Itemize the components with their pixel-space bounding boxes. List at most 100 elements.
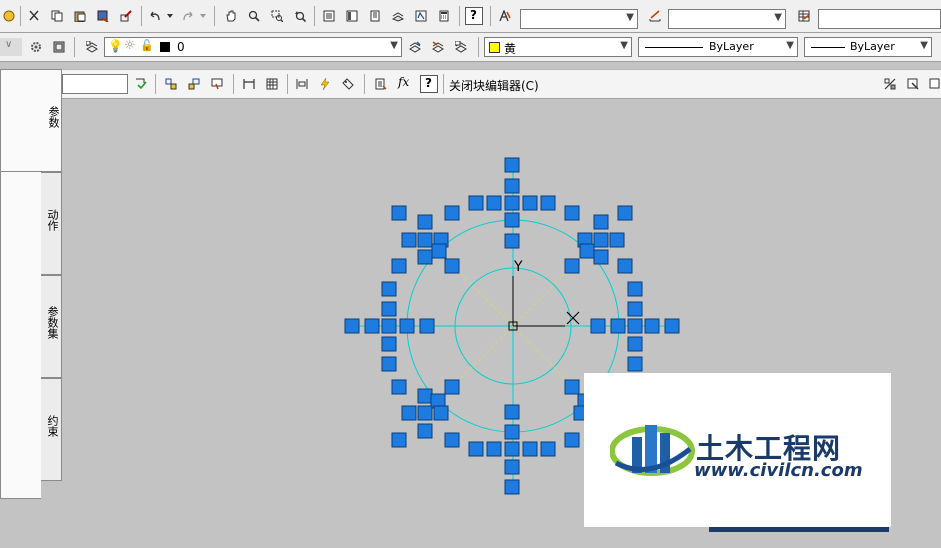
edit-block-icon[interactable] xyxy=(132,75,150,93)
attribute-definition-icon[interactable] xyxy=(293,75,311,93)
redo-icon[interactable] xyxy=(179,7,197,25)
layer-manager-icon[interactable] xyxy=(83,38,101,56)
calculator-icon[interactable] xyxy=(435,7,453,25)
grip-handle[interactable] xyxy=(486,195,502,211)
grip-handle[interactable] xyxy=(381,356,397,372)
grip-handle[interactable] xyxy=(444,379,460,395)
make-invisible-icon[interactable] xyxy=(926,75,941,93)
dim-style-icon[interactable] xyxy=(646,7,664,25)
make-visible-icon[interactable] xyxy=(904,75,922,93)
grip-handle[interactable] xyxy=(504,424,520,440)
grip-handle[interactable] xyxy=(627,356,643,372)
learn-dynamic-blocks-icon[interactable] xyxy=(372,75,390,93)
parameter-icon[interactable] xyxy=(240,75,258,93)
grip-handle[interactable] xyxy=(617,258,633,274)
tool-palettes-icon[interactable] xyxy=(366,7,384,25)
text-style-combo[interactable]: ▼ xyxy=(520,9,638,29)
block-help-icon[interactable]: ? xyxy=(420,75,438,93)
undo-icon[interactable] xyxy=(146,7,164,25)
undo-dropdown-icon[interactable] xyxy=(165,7,175,25)
grip-handle[interactable] xyxy=(468,441,484,457)
block-edit-icon[interactable] xyxy=(117,7,135,25)
grip-handle[interactable] xyxy=(444,205,460,221)
grip-handle[interactable] xyxy=(540,441,556,457)
grip-handle[interactable] xyxy=(417,405,433,421)
test-block-lightning-icon[interactable] xyxy=(316,75,334,93)
grip-handle[interactable] xyxy=(417,388,433,404)
toggle-visibility-icon[interactable] xyxy=(881,75,899,93)
grip-handle[interactable] xyxy=(504,479,520,495)
grip-handle[interactable] xyxy=(617,205,633,221)
grip-handle[interactable] xyxy=(364,318,380,334)
dim-style-combo[interactable]: ▼ xyxy=(668,9,786,29)
function-icon[interactable]: fx xyxy=(395,75,413,93)
grip-handle[interactable] xyxy=(486,441,502,457)
grip-handle[interactable] xyxy=(504,178,520,194)
grip-handle[interactable] xyxy=(590,318,606,334)
design-center-icon[interactable] xyxy=(343,7,361,25)
grip-handle[interactable] xyxy=(419,318,435,334)
grip-handle[interactable] xyxy=(627,281,643,297)
grip-handle[interactable] xyxy=(522,195,538,211)
grip-handle[interactable] xyxy=(504,157,520,173)
grip-handle[interactable] xyxy=(391,379,407,395)
layer-states-icon[interactable] xyxy=(452,38,470,56)
zoom-previous-icon[interactable] xyxy=(291,7,309,25)
grip-handle[interactable] xyxy=(444,432,460,448)
grip-handle[interactable] xyxy=(593,249,609,265)
grip-handle[interactable] xyxy=(504,459,520,475)
redo-dropdown-icon[interactable] xyxy=(198,7,208,25)
sheet-set-icon[interactable] xyxy=(389,7,407,25)
grip-handle[interactable] xyxy=(381,318,397,334)
define-attribute-icon[interactable] xyxy=(339,75,357,93)
grip-handle[interactable] xyxy=(468,195,484,211)
cut-icon[interactable] xyxy=(25,7,43,25)
grip-handle[interactable] xyxy=(593,214,609,230)
tab-parameters[interactable]: 参数 xyxy=(0,69,62,172)
grip-handle[interactable] xyxy=(579,243,595,259)
grip-handle[interactable] xyxy=(417,214,433,230)
grip-handle[interactable] xyxy=(391,258,407,274)
grip-handle[interactable] xyxy=(401,405,417,421)
save-block-icon[interactable] xyxy=(162,75,180,93)
grip-handle[interactable] xyxy=(627,336,643,352)
grip-handle[interactable] xyxy=(417,249,433,265)
grip-handle[interactable] xyxy=(417,232,433,248)
grip-handle[interactable] xyxy=(627,301,643,317)
grip-handle[interactable] xyxy=(664,318,680,334)
grip-handle[interactable] xyxy=(344,318,360,334)
markup-icon[interactable] xyxy=(412,7,430,25)
save-block-as-icon[interactable] xyxy=(185,75,203,93)
table-style-combo[interactable] xyxy=(818,9,941,29)
table-style-icon[interactable] xyxy=(795,7,813,25)
grip-handle[interactable] xyxy=(431,243,447,259)
copy-icon[interactable] xyxy=(48,7,66,25)
grip-handle[interactable] xyxy=(504,195,520,211)
paste-icon[interactable] xyxy=(71,7,89,25)
lineweight-combo[interactable]: ByLayer ▼ xyxy=(804,37,932,57)
grip-handle[interactable] xyxy=(564,379,580,395)
grip-handle[interactable] xyxy=(417,423,433,439)
grip-handle[interactable] xyxy=(504,212,520,228)
render-icon[interactable] xyxy=(0,7,18,25)
grip-handle[interactable] xyxy=(593,232,609,248)
grip-handle[interactable] xyxy=(564,432,580,448)
block-name-field[interactable] xyxy=(62,74,128,94)
grip-handle[interactable] xyxy=(564,258,580,274)
authoring-palettes-icon[interactable] xyxy=(208,75,226,93)
linetype-combo[interactable]: ByLayer ▼ xyxy=(638,37,798,57)
layer-previous-icon[interactable] xyxy=(50,38,68,56)
tab-actions[interactable]: 动作 xyxy=(41,172,62,275)
grip-handle[interactable] xyxy=(522,441,538,457)
properties-icon[interactable] xyxy=(320,7,338,25)
text-style-icon[interactable] xyxy=(496,7,514,25)
zoom-realtime-icon[interactable] xyxy=(245,7,263,25)
settings-gear-icon[interactable] xyxy=(27,38,45,56)
grip-handle[interactable] xyxy=(609,232,625,248)
tab-parameter-sets[interactable]: 参数集 xyxy=(41,275,62,378)
close-block-editor-button[interactable]: 关闭块编辑器(C) xyxy=(449,77,539,94)
grip-handle[interactable] xyxy=(540,195,556,211)
grip-handle[interactable] xyxy=(610,318,626,334)
pan-hand-icon[interactable] xyxy=(222,7,240,25)
grip-handle[interactable] xyxy=(381,281,397,297)
